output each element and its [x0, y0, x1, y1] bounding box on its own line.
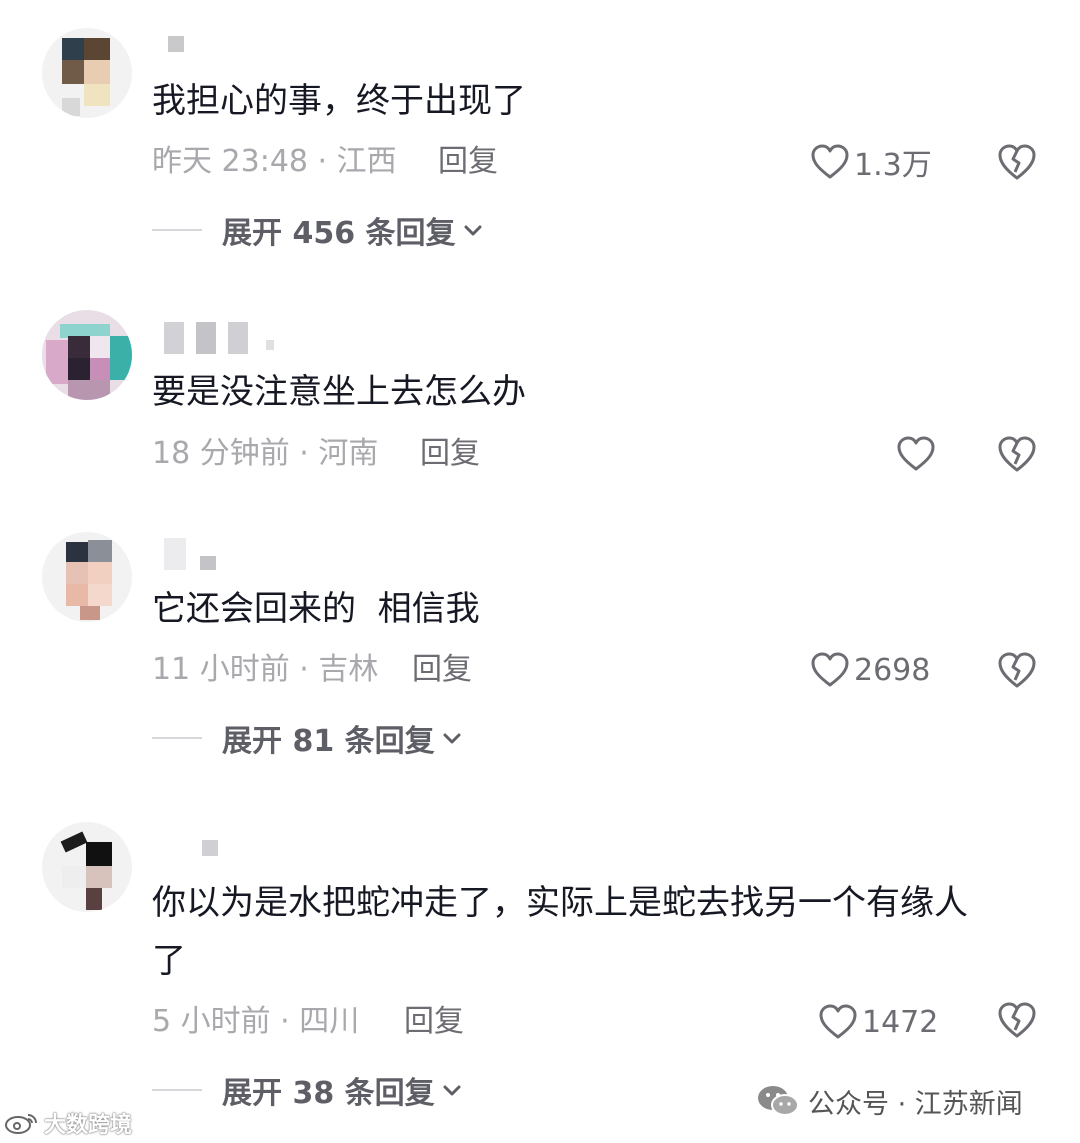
- dislike-button[interactable]: [996, 1000, 1038, 1040]
- like-button[interactable]: [896, 432, 940, 476]
- chevron-down-icon: [443, 1085, 461, 1096]
- wechat-logo-icon: [758, 1086, 799, 1116]
- expand-replies-label: 展开 456 条回复: [222, 216, 456, 251]
- reply-button[interactable]: 回复: [420, 434, 480, 474]
- reply-button[interactable]: 回复: [438, 142, 498, 182]
- heart-outline-icon: [811, 652, 849, 687]
- weibo-logo-icon: [5, 1114, 37, 1134]
- like-button[interactable]: 1472: [818, 1000, 938, 1044]
- watermark-left-text: 大数跨境: [44, 1113, 133, 1138]
- comment-meta: 昨天 23:48 · 江西: [152, 144, 397, 179]
- heart-outline-icon: [811, 144, 849, 179]
- avatar[interactable]: [42, 822, 132, 912]
- reply-button[interactable]: 回复: [412, 650, 472, 690]
- dislike-button[interactable]: [996, 650, 1038, 690]
- comment-text: 我担心的事，终于出现了: [152, 81, 526, 121]
- like-button[interactable]: 2698: [810, 648, 930, 692]
- expand-replies[interactable]: 展开 456 条回复: [152, 210, 484, 251]
- expand-replies-label: 展开 38 条回复: [222, 1076, 435, 1111]
- comment-text: 要是没注意坐上去怎么办: [152, 372, 526, 412]
- chevron-down-icon: [464, 225, 482, 236]
- comment-text: 它还会回来的 相信我: [152, 589, 480, 629]
- like-count: 1.3万: [854, 148, 932, 183]
- broken-heart-icon: [998, 436, 1036, 472]
- like-count: 2698: [854, 652, 931, 688]
- dislike-button[interactable]: [996, 434, 1038, 474]
- broken-heart-icon: [998, 144, 1036, 180]
- expand-replies-label: 展开 81 条回复: [222, 724, 435, 759]
- broken-heart-icon: [998, 652, 1036, 688]
- like-button[interactable]: 1.3万: [810, 140, 932, 184]
- dislike-button[interactable]: [996, 142, 1038, 182]
- watermark-right-text: 公众号 · 江苏新闻: [808, 1088, 1023, 1120]
- divider: [152, 1089, 202, 1091]
- avatar[interactable]: [42, 310, 132, 400]
- comment-text: 你以为是水把蛇冲走了，实际上是蛇去找另一个有缘人 了: [152, 883, 968, 981]
- watermark-left: 大数跨境: [4, 1106, 132, 1140]
- watermark-right: 公众号 · 江苏新闻: [756, 1078, 1023, 1124]
- heart-outline-icon: [819, 1004, 857, 1039]
- divider: [152, 737, 202, 739]
- comment-meta: 5 小时前 · 四川: [152, 1004, 360, 1039]
- expand-replies[interactable]: 展开 81 条回复: [152, 718, 463, 759]
- avatar[interactable]: [42, 28, 132, 118]
- heart-outline-icon: [897, 436, 935, 471]
- chevron-down-icon: [443, 733, 461, 744]
- reply-button[interactable]: 回复: [404, 1002, 464, 1042]
- comment-meta: 18 分钟前 · 河南: [152, 436, 379, 471]
- expand-replies[interactable]: 展开 38 条回复: [152, 1070, 463, 1111]
- broken-heart-icon: [998, 1002, 1036, 1038]
- comment-meta: 11 小时前 · 吉林: [152, 652, 379, 687]
- like-count: 1472: [862, 1004, 939, 1040]
- avatar[interactable]: [42, 532, 132, 622]
- divider: [152, 229, 202, 231]
